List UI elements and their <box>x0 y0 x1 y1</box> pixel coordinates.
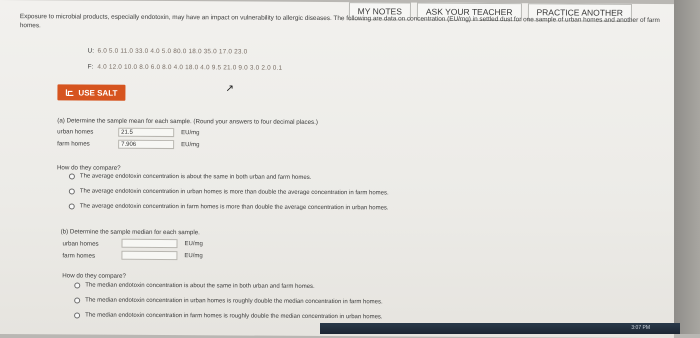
part-b-farm-unit: EU/mg <box>184 253 203 260</box>
compare-b-question: How do they compare? <box>62 272 126 280</box>
taskbar-clock: 3:07 PM <box>631 325 650 331</box>
compare-b-option-3[interactable]: The median endotoxin concentration in fa… <box>74 312 383 320</box>
farm-data-row: F: 4.0 12.0 10.0 8.0 6.0 8.0 4.0 18.0 4.… <box>88 64 283 72</box>
compare-b-option-2[interactable]: The median endotoxin concentration in ur… <box>74 297 383 305</box>
part-a-urban-label: urban homes <box>57 128 94 136</box>
part-a-urban-unit: EU/mg <box>181 130 200 137</box>
compare-a-option-2[interactable]: The average endotoxin concentration in u… <box>68 188 389 197</box>
urban-data-label: U: <box>87 47 95 55</box>
compare-a-option-3[interactable]: The average endotoxin concentration in f… <box>68 203 389 212</box>
radio-button[interactable] <box>74 297 81 304</box>
use-salt-label: USE SALT <box>78 87 118 98</box>
radio-button[interactable] <box>74 312 81 319</box>
part-b-farm-label: farm homes <box>62 252 96 260</box>
part-a-farm-label: farm homes <box>57 140 90 148</box>
radio-button[interactable] <box>68 188 75 195</box>
part-b-prompt: (b) Determine the sample median for each… <box>60 228 200 237</box>
part-b-urban-unit: EU/mg <box>184 241 203 248</box>
compare-a-question: How do they compare? <box>56 164 121 172</box>
monitor-bezel <box>674 0 700 334</box>
radio-button[interactable] <box>68 173 75 180</box>
radio-button[interactable] <box>68 203 75 210</box>
compare-b-option-1[interactable]: The median endotoxin concentration is ab… <box>74 282 315 290</box>
radio-button[interactable] <box>74 282 81 289</box>
part-a-farm-input[interactable]: 7.906 <box>118 139 175 150</box>
salt-logo-icon <box>65 89 74 97</box>
mouse-cursor-icon: ↗ <box>225 83 234 95</box>
part-b-farm-input[interactable] <box>121 250 178 261</box>
problem-intro: Exposure to microbial products, especial… <box>19 13 660 30</box>
option-text: The median endotoxin concentration in fa… <box>85 312 383 321</box>
part-b-urban-input[interactable] <box>121 238 178 249</box>
option-text: The median endotoxin concentration in ur… <box>85 297 383 306</box>
option-text: The median endotoxin concentration is ab… <box>85 282 315 290</box>
compare-a-option-1[interactable]: The average endotoxin concentration is a… <box>68 173 312 181</box>
taskbar <box>320 323 680 334</box>
option-text: The average endotoxin concentration in u… <box>79 188 389 197</box>
urban-data-row: U: 6.0 5.0 11.0 33.0 4.0 5.0 80.0 18.0 3… <box>88 48 248 56</box>
homework-page: MY NOTES ASK YOUR TEACHER PRACTICE ANOTH… <box>0 0 676 338</box>
part-a-prompt: (a) Determine the sample mean for each s… <box>57 117 318 126</box>
farm-data-values: 4.0 12.0 10.0 8.0 6.0 8.0 4.0 18.0 4.0 9… <box>97 63 283 72</box>
part-b-urban-label: urban homes <box>62 240 99 248</box>
part-a-urban-input[interactable]: 21.5 <box>118 127 175 138</box>
urban-data-values: 6.0 5.0 11.0 33.0 4.0 5.0 80.0 18.0 35.0… <box>97 47 248 56</box>
farm-data-label: F: <box>87 63 94 71</box>
option-text: The average endotoxin concentration in f… <box>79 203 389 212</box>
part-a-farm-unit: EU/mg <box>181 142 200 149</box>
option-text: The average endotoxin concentration is a… <box>79 173 312 181</box>
use-salt-button[interactable]: USE SALT <box>57 84 126 101</box>
